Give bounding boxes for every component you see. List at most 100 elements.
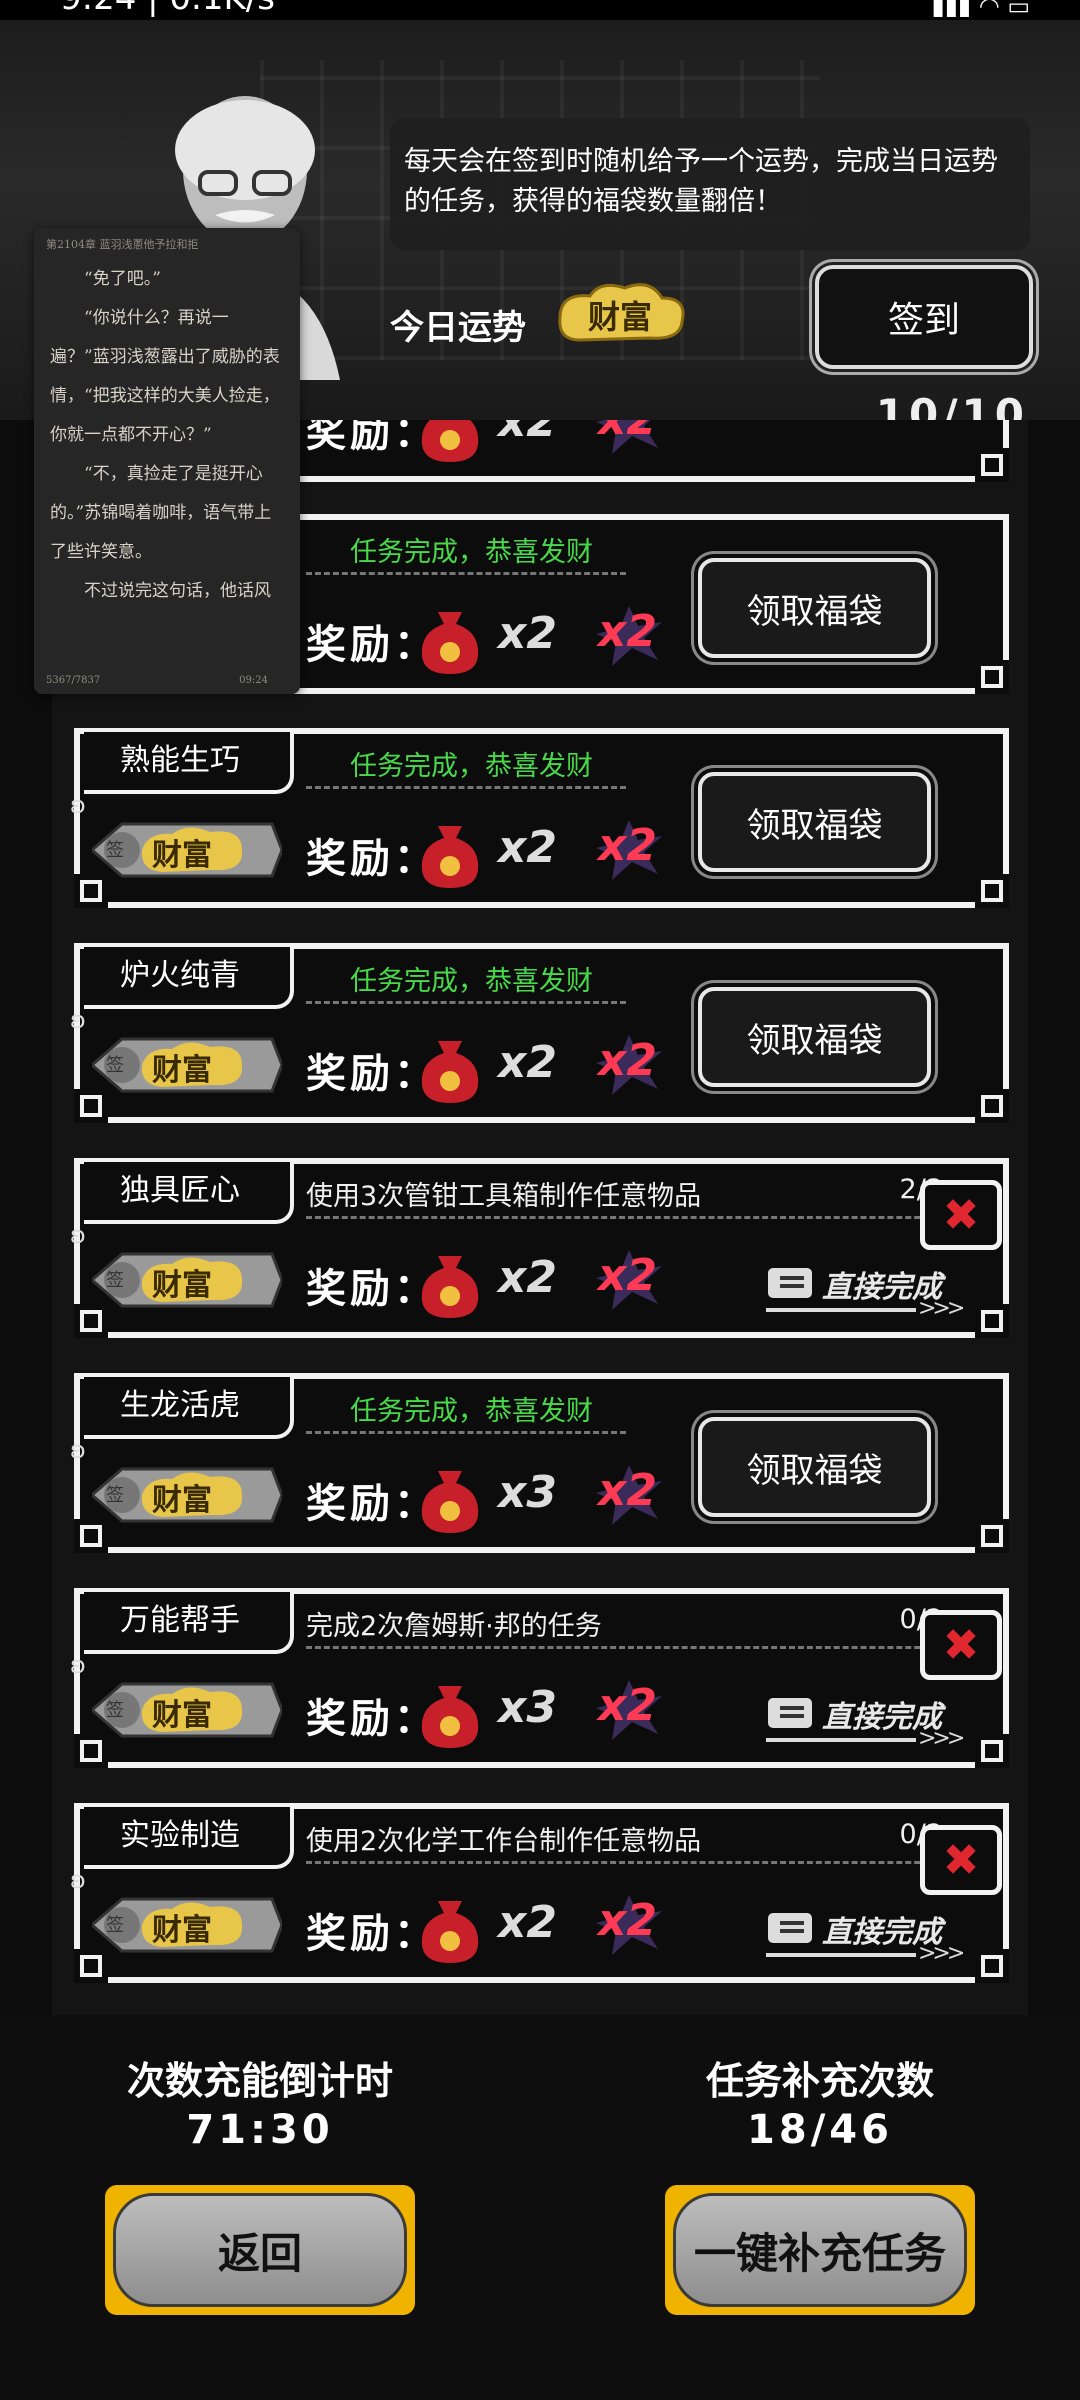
sign-in-button[interactable]: 签到 — [815, 265, 1033, 369]
fortune-badge: 签 财富 — [89, 1680, 284, 1740]
card-corner — [975, 448, 1009, 482]
task-title: ʚ 生龙活虎 — [70, 1377, 294, 1464]
reader-page-count: 5367/7837 — [46, 675, 101, 686]
task-card: ʚ万能帮手 完成2次詹姆斯·邦的任务 0/2 签 财富 奖励： x3 x2 直接… — [70, 1588, 1009, 1768]
countdown-value: 71:30 — [186, 2107, 334, 2153]
task-description: 完成2次詹姆斯·邦的任务 — [306, 1611, 602, 1642]
fortune-tip: 每天会在签到时随机给予一个运势，完成当日运势的任务，获得的福袋数量翻倍！ — [390, 118, 1030, 250]
lucky-bag-icon — [421, 1686, 479, 1748]
badge-text: 财富 — [152, 1698, 212, 1733]
task-card: ʚ 炉火纯青 任务完成，恭喜发财 签 财富 奖励： x2 x2 领取福袋 — [70, 943, 1009, 1123]
lucky-bag-icon — [421, 826, 479, 888]
refill-count-value: 18/46 — [747, 2107, 893, 2153]
bottom-bar: 次数充能倒计时 71:30 任务补充次数 18/46 返回 一键补充任务 — [0, 2015, 1080, 2400]
card-corner — [74, 1734, 108, 1768]
underline — [766, 1308, 916, 1312]
curl-ornament-icon: ʚ — [70, 791, 86, 819]
task-name: 实验制造 — [120, 1818, 240, 1853]
task-divider — [306, 1861, 956, 1864]
badge-sign: 签 — [106, 1485, 124, 1506]
badge-text: 财富 — [152, 838, 212, 873]
task-name: 万能帮手 — [120, 1603, 240, 1638]
reader-chapter-title: 第2104章 蓝羽浅蔥他予拉和拒 — [46, 238, 199, 251]
direct-complete-button[interactable]: 直接完成 >>> — [760, 1262, 965, 1322]
task-title: ʚ 万能帮手 — [70, 1592, 294, 1679]
double-text: x2 — [598, 420, 657, 445]
ticket-icon — [768, 1268, 812, 1298]
reward-multiplier: x3 — [498, 1467, 557, 1518]
curl-ornament-icon: ʚ — [70, 1006, 86, 1034]
curl-ornament-icon: ʚ — [70, 1221, 86, 1249]
lucky-bag-icon — [421, 420, 479, 462]
fortune-badge: 签 财富 — [89, 1035, 284, 1095]
arrows-icon: >>> — [918, 1941, 965, 1966]
lucky-bag-icon — [421, 612, 479, 674]
reader-clock: 09:24 — [239, 675, 268, 686]
direct-complete-button[interactable]: 直接完成 >>> — [760, 1907, 965, 1967]
double-text: x2 — [598, 606, 657, 657]
direct-complete-button[interactable]: 直接完成 >>> — [760, 1692, 965, 1752]
badge-text: 财富 — [152, 1913, 212, 1948]
floating-reader-window[interactable]: 第2104章 蓝羽浅蔥他予拉和拒 “免了吧。” “你说什么？再说一遍？”蓝羽浅葱… — [34, 228, 300, 694]
lucky-bag-icon — [421, 1256, 479, 1318]
claim-bag-button[interactable]: 领取福袋 — [698, 558, 931, 658]
task-divider — [306, 1646, 956, 1649]
double-text: x2 — [598, 1895, 657, 1946]
back-button[interactable]: 返回 — [105, 2185, 415, 2315]
lucky-bag-icon — [421, 1041, 479, 1103]
refill-tasks-button[interactable]: 一键补充任务 — [665, 2185, 975, 2315]
fortune-value: 财富 — [587, 298, 652, 336]
lucky-bag-icon — [421, 1901, 479, 1963]
card-corner — [74, 1949, 108, 1983]
abandon-task-button[interactable]: ✖ — [920, 1610, 1002, 1680]
double-text: x2 — [598, 1250, 657, 1301]
badge-sign: 签 — [106, 840, 124, 861]
arrows-icon: >>> — [918, 1726, 965, 1751]
card-corner — [975, 660, 1009, 694]
double-bonus: x2 — [592, 1033, 666, 1097]
double-bonus: x2 — [592, 1893, 666, 1957]
badge-sign: 签 — [106, 1915, 124, 1936]
double-text: x2 — [598, 820, 657, 871]
double-bonus: x2 — [592, 818, 666, 882]
back-button-label: 返回 — [113, 2193, 407, 2307]
task-title: ʚ 实验制造 — [70, 1807, 294, 1894]
card-corner — [975, 1949, 1009, 1983]
task-divider — [306, 572, 626, 575]
reward-multiplier: x2 — [498, 822, 557, 873]
ticket-icon — [768, 1913, 812, 1943]
reward-multiplier: x2 — [498, 608, 557, 659]
task-name: 独具匠心 — [120, 1173, 240, 1208]
task-description: 使用2次化学工作台制作任意物品 — [306, 1826, 702, 1857]
fortune-badge: 签 财富 — [89, 1250, 284, 1310]
card-corner — [975, 1519, 1009, 1553]
double-bonus: x2 — [592, 604, 666, 668]
refill-count-label: 任务补充次数 — [705, 2059, 934, 2103]
claim-bag-button[interactable]: 领取福袋 — [698, 772, 931, 872]
curl-ornament-icon: ʚ — [70, 1651, 86, 1679]
signal-battery-icons: ▮▮▮ ◠ ▭ — [931, 0, 1031, 20]
status-time: 9:24 | 0.1K/s — [60, 0, 275, 18]
claim-bag-button[interactable]: 领取福袋 — [698, 987, 931, 1087]
badge-text: 财富 — [152, 1483, 212, 1518]
reader-body: “免了吧。” “你说什么？再说一遍？”蓝羽浅葱露出了威胁的表情，“把我这样的大美… — [50, 260, 286, 611]
underline — [766, 1738, 916, 1742]
badge-text: 财富 — [152, 1268, 212, 1303]
card-corner — [975, 1304, 1009, 1338]
refill-tasks-label: 一键补充任务 — [673, 2193, 967, 2307]
claim-bag-button[interactable]: 领取福袋 — [698, 1417, 931, 1517]
reward-multiplier: x2 — [498, 1037, 557, 1088]
task-card: ʚ实验制造 使用2次化学工作台制作任意物品 0/2 签 财富 奖励： x2 x2… — [70, 1803, 1009, 1983]
badge-sign: 签 — [106, 1055, 124, 1076]
task-divider — [306, 786, 626, 789]
double-bonus: x2 — [592, 420, 666, 456]
abandon-task-button[interactable]: ✖ — [920, 1825, 1002, 1895]
abandon-task-button[interactable]: ✖ — [920, 1180, 1002, 1250]
task-name: 炉火纯青 — [120, 958, 240, 993]
double-bonus: x2 — [592, 1248, 666, 1312]
badge-sign: 签 — [106, 1270, 124, 1291]
reader-paragraph: “免了吧。” — [84, 269, 161, 289]
fortune-badge: 签 财富 — [89, 1895, 284, 1955]
fortune-badge: 财富 — [550, 278, 690, 348]
reader-paragraph: “不，真捡走了是挺开心的。”苏锦喝着咖啡，语气带上了些许笑意。 — [50, 464, 272, 562]
